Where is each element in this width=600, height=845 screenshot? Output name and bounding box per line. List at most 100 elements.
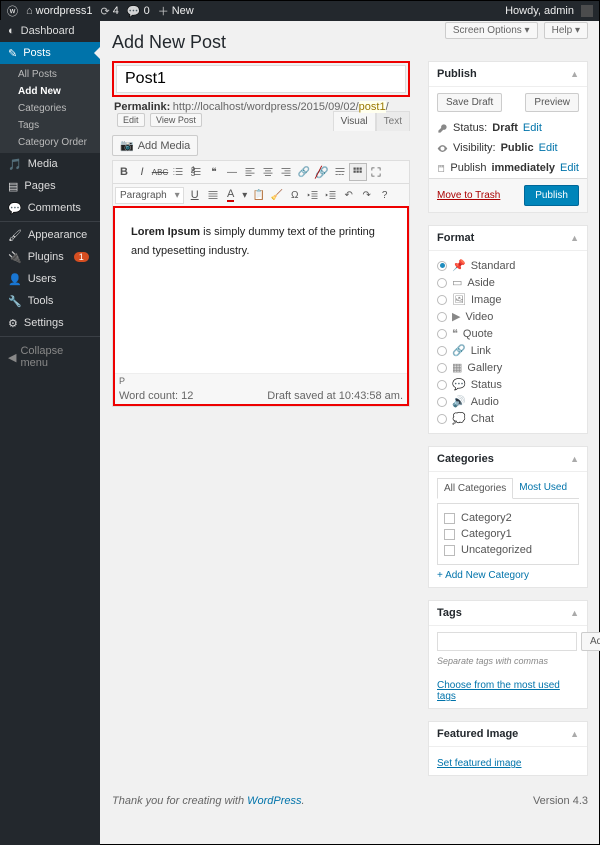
wp-logo-icon[interactable]: ⓦ	[7, 3, 18, 19]
keyboard-help-button[interactable]: ?	[376, 186, 394, 204]
move-to-trash-link[interactable]: Move to Trash	[437, 190, 500, 201]
unlink-button[interactable]: 🔗╱	[313, 163, 331, 181]
media-icon: 🎵	[8, 158, 22, 171]
link-button[interactable]: 🔗	[295, 163, 313, 181]
preview-button[interactable]: Preview	[525, 93, 579, 112]
add-media-button[interactable]: 📷Add Media	[112, 135, 198, 156]
checkbox-icon	[444, 529, 455, 540]
tag-input[interactable]	[437, 632, 577, 651]
comments-icon: 💬	[8, 202, 22, 215]
format-option-gallery[interactable]: ▦Gallery	[437, 359, 579, 376]
settings-icon: ⚙	[8, 317, 18, 330]
sidebar-item-appearance[interactable]: 🖌Appearance	[0, 224, 100, 246]
underline-button[interactable]: U	[186, 186, 204, 204]
toolbar-toggle-button[interactable]	[349, 163, 367, 181]
sidebar-item-tools[interactable]: 🔧Tools	[0, 290, 100, 312]
howdy-link[interactable]: Howdy, admin	[505, 5, 593, 17]
align-center-button[interactable]	[259, 163, 277, 181]
sidebar-item-comments[interactable]: 💬Comments	[0, 197, 100, 219]
set-featured-image-link[interactable]: Set featured image	[437, 758, 579, 769]
format-option-link[interactable]: 🔗Link	[437, 342, 579, 359]
content-editor[interactable]: Lorem Ipsum is simply dummy text of the …	[115, 208, 407, 373]
post-title-input[interactable]	[116, 65, 406, 93]
category-item[interactable]: Category1	[444, 526, 572, 542]
sidebar-item-plugins[interactable]: 🔌Plugins1	[0, 246, 100, 268]
italic-button[interactable]: I	[133, 163, 151, 181]
edit-publish-link[interactable]: Edit	[560, 162, 579, 174]
page-title: Add New Post	[112, 32, 588, 53]
bold-button[interactable]: B	[115, 163, 133, 181]
indent-button[interactable]	[322, 186, 340, 204]
format-option-chat[interactable]: 💭Chat	[437, 410, 579, 427]
sidebar-subitem-category-order[interactable]: Category Order	[0, 134, 100, 151]
users-icon: 👤	[8, 273, 22, 286]
format-option-status[interactable]: 💬Status	[437, 376, 579, 393]
most-used-tab[interactable]: Most Used	[513, 478, 573, 499]
fullscreen-button[interactable]	[367, 163, 385, 181]
toggle-icon[interactable]: ▲	[570, 454, 579, 464]
category-item[interactable]: Category2	[444, 510, 572, 526]
text-tab[interactable]: Text	[376, 111, 410, 131]
align-right-button[interactable]	[277, 163, 295, 181]
clear-format-button[interactable]: 🧹	[268, 186, 286, 204]
text-color-button[interactable]: A	[222, 186, 240, 204]
status-format-icon: 💬	[452, 378, 466, 391]
sidebar-item-media[interactable]: 🎵Media	[0, 153, 100, 175]
edit-status-link[interactable]: Edit	[523, 122, 542, 134]
sidebar-item-settings[interactable]: ⚙Settings	[0, 312, 100, 334]
tags-box: Tags▲ Add Separate tags with commas Choo…	[428, 600, 588, 709]
bullet-list-button[interactable]	[169, 163, 187, 181]
category-item[interactable]: Uncategorized	[444, 542, 572, 558]
align-left-button[interactable]	[241, 163, 259, 181]
site-link[interactable]: ⌂wordpress1	[26, 5, 93, 17]
sidebar-item-dashboard[interactable]: ◐Dashboard	[0, 20, 100, 42]
chat-format-icon: 💭	[452, 412, 466, 425]
toggle-icon[interactable]: ▲	[570, 233, 579, 243]
toggle-icon[interactable]: ▲	[570, 729, 579, 739]
save-draft-button[interactable]: Save Draft	[437, 93, 502, 112]
toggle-icon[interactable]: ▲	[570, 69, 579, 79]
format-option-video[interactable]: ▶Video	[437, 308, 579, 325]
format-option-audio[interactable]: 🔊Audio	[437, 393, 579, 410]
wordpress-link[interactable]: WordPress	[247, 795, 301, 807]
sidebar-subitem-categories[interactable]: Categories	[0, 100, 100, 117]
redo-button[interactable]: ↷	[358, 186, 376, 204]
undo-button[interactable]: ↶	[340, 186, 358, 204]
sidebar-item-pages[interactable]: ▤Pages	[0, 175, 100, 197]
number-list-button[interactable]: 123	[187, 163, 205, 181]
visual-tab[interactable]: Visual	[333, 111, 376, 131]
publish-button[interactable]: Publish	[524, 185, 579, 206]
justify-button[interactable]	[204, 186, 222, 204]
edit-permalink-button[interactable]: Edit	[117, 113, 145, 127]
sidebar-item-users[interactable]: 👤Users	[0, 268, 100, 290]
strike-button[interactable]: ABC	[151, 163, 169, 181]
collapse-menu-button[interactable]: ◀Collapse menu	[0, 339, 100, 375]
edit-visibility-link[interactable]: Edit	[539, 142, 558, 154]
sidebar-subitem-all-posts[interactable]: All Posts	[0, 66, 100, 83]
updates-link[interactable]: ⟳4	[101, 5, 119, 18]
special-char-button[interactable]: Ω	[286, 186, 304, 204]
new-link[interactable]: ＋New	[158, 3, 194, 19]
paste-text-button[interactable]: 📋	[250, 186, 268, 204]
all-categories-tab[interactable]: All Categories	[437, 478, 513, 499]
blockquote-button[interactable]: ❝	[205, 163, 223, 181]
choose-tags-link[interactable]: Choose from the most used tags	[437, 680, 579, 702]
sidebar-item-posts[interactable]: ✎Posts	[0, 42, 100, 64]
add-tag-button[interactable]: Add	[581, 632, 600, 651]
sidebar-subitem-add-new[interactable]: Add New	[0, 83, 100, 100]
comments-link[interactable]: 💬0	[127, 5, 150, 18]
hr-button[interactable]: —	[223, 163, 241, 181]
add-category-link[interactable]: + Add New Category	[437, 570, 579, 581]
format-option-quote[interactable]: ❝Quote	[437, 325, 579, 342]
paragraph-format-select[interactable]: Paragraph	[115, 187, 184, 204]
view-post-button[interactable]: View Post	[150, 113, 202, 127]
sidebar-subitem-tags[interactable]: Tags	[0, 117, 100, 134]
outdent-button[interactable]	[304, 186, 322, 204]
readmore-button[interactable]	[331, 163, 349, 181]
format-option-aside[interactable]: ▭Aside	[437, 274, 579, 291]
toggle-icon[interactable]: ▲	[570, 608, 579, 618]
format-option-image[interactable]: 🖼Image	[437, 291, 579, 308]
text-color-dropdown[interactable]: ▾	[240, 186, 250, 204]
editor-toolbar-2: Paragraph U A ▾ 📋 🧹 Ω ↶ ↷ ?	[113, 184, 409, 207]
format-option-standard[interactable]: 📌Standard	[437, 257, 579, 274]
